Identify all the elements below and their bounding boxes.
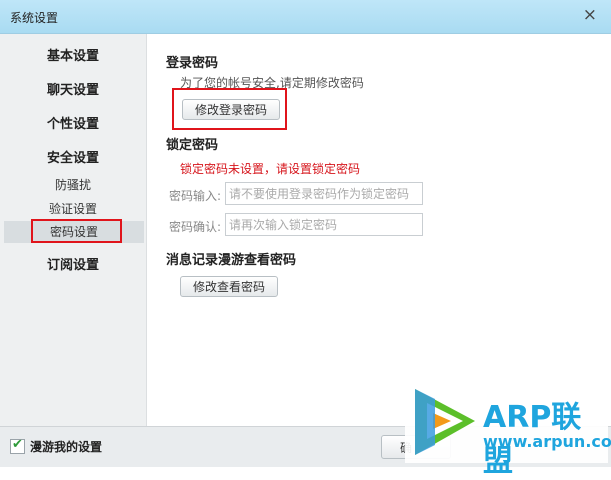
- roam-settings-label: 漫游我的设置: [30, 440, 103, 454]
- sidebar-item-anti-harass[interactable]: 防骚扰: [0, 176, 146, 193]
- lock-password-warning: 锁定密码未设置，请设置锁定密码: [180, 162, 361, 176]
- login-password-title: 登录密码: [166, 56, 219, 71]
- window-title: 系统设置: [10, 11, 59, 25]
- sidebar-item-chat[interactable]: 聊天设置: [0, 79, 146, 98]
- sidebar-item-subscribe[interactable]: 订阅设置: [0, 254, 146, 273]
- sidebar-item-verify[interactable]: 验证设置: [0, 200, 146, 217]
- check-icon: ✔: [12, 437, 23, 452]
- sidebar-item-basic[interactable]: 基本设置: [0, 45, 146, 64]
- roam-settings-checkbox[interactable]: ✔: [10, 437, 25, 454]
- change-view-password-button[interactable]: 修改查看密码: [180, 276, 279, 297]
- login-button-highlight-box: [172, 88, 287, 130]
- sidebar-highlight-box: [31, 219, 122, 243]
- lock-password-input[interactable]: [225, 182, 423, 205]
- history-password-title: 消息记录漫游查看密码: [166, 253, 297, 268]
- password-confirm-label: 密码确认:: [169, 220, 222, 234]
- brand-url: www.arpun.com: [483, 432, 611, 451]
- close-icon[interactable]: ×: [583, 6, 597, 24]
- sidebar-item-security[interactable]: 安全设置: [0, 147, 146, 166]
- settings-window: 系统设置 × 基本设置 聊天设置 个性设置 安全设置 防骚扰 验证设置 密码设置…: [0, 0, 611, 479]
- password-input-label: 密码输入:: [169, 189, 222, 203]
- lock-password-confirm-input[interactable]: [225, 213, 423, 236]
- lock-password-title: 锁定密码: [166, 138, 219, 153]
- title-bar: 系统设置 ×: [0, 0, 611, 34]
- sidebar-item-personal[interactable]: 个性设置: [0, 113, 146, 132]
